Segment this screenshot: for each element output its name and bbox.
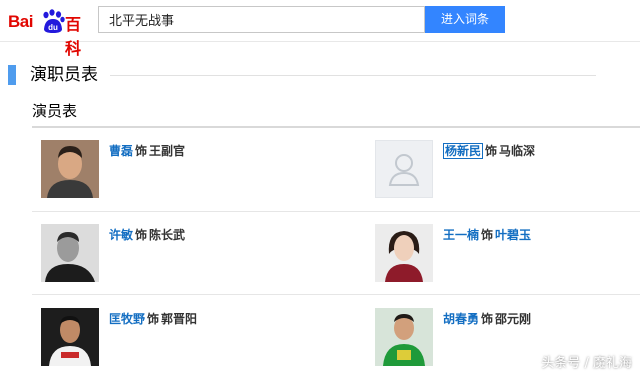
actor-name-link[interactable]: 胡春勇	[443, 312, 479, 326]
section-title: 演职员表	[30, 65, 98, 85]
actor-photo-placeholder[interactable]	[375, 140, 433, 198]
cast-info: 王一楠饰叶碧玉	[443, 226, 531, 243]
actor-photo[interactable]	[375, 224, 433, 282]
as-label: 饰	[147, 312, 160, 326]
cast-info: 杨新民饰马临深	[443, 142, 535, 159]
subsection-divider	[32, 126, 640, 128]
row-divider	[32, 211, 640, 212]
actor-name-link[interactable]: 许敏	[109, 228, 133, 242]
actor-photo-image	[375, 308, 433, 366]
role-name: 陈长武	[149, 228, 186, 242]
actor-name-link[interactable]: 匡牧野	[109, 312, 145, 326]
cast-info: 胡春勇饰邵元刚	[443, 310, 531, 327]
row-divider	[32, 294, 640, 295]
actor-photo-image	[375, 224, 433, 282]
cast-item: 曹磊饰王副官	[41, 140, 341, 200]
section-accent-bar	[8, 65, 16, 85]
actor-photo[interactable]	[41, 224, 99, 282]
cast-item: 许敏饰陈长武	[41, 224, 341, 284]
cast-item: 匡牧野饰郭晋阳	[41, 308, 341, 368]
actor-photo-image	[41, 140, 99, 198]
as-label: 饰	[481, 312, 494, 326]
enter-entry-button[interactable]: 进入词条	[425, 6, 505, 33]
paw-icon: du	[43, 9, 65, 33]
search-box[interactable]	[98, 6, 425, 33]
actor-name-link[interactable]: 曹磊	[109, 144, 133, 158]
logo-du-text: du	[48, 23, 58, 32]
watermark-text: 头条号 / 魔礼海	[541, 356, 632, 371]
as-label: 饰	[135, 144, 148, 158]
role-name: 王副官	[149, 144, 186, 158]
top-header: Bai du 百科 进入词条	[0, 0, 640, 58]
cast-info: 曹磊饰王副官	[109, 142, 185, 159]
role-name-link[interactable]: 叶碧玉	[495, 228, 531, 242]
logo-bai-text: Bai	[8, 12, 33, 31]
cast-item: 杨新民饰马临深	[375, 140, 640, 200]
actor-photo[interactable]	[41, 308, 99, 366]
cast-info: 许敏饰陈长武	[109, 226, 185, 243]
section-divider	[110, 75, 596, 76]
cast-item: 王一楠饰叶碧玉	[375, 224, 640, 284]
as-label: 饰	[135, 228, 148, 242]
as-label: 饰	[485, 144, 498, 158]
actor-photo[interactable]	[375, 308, 433, 366]
role-name: 马临深	[499, 144, 536, 158]
logo-baike-text: 百科	[65, 15, 82, 58]
baidu-baike-logo[interactable]: Bai du 百科	[8, 3, 93, 58]
role-name: 邵元刚	[495, 312, 532, 326]
cast-info: 匡牧野饰郭晋阳	[109, 310, 197, 327]
actor-photo-image	[41, 224, 99, 282]
actor-photo-image	[41, 308, 99, 366]
actor-name-link[interactable]: 杨新民	[443, 143, 484, 159]
search-input[interactable]	[99, 7, 424, 32]
as-label: 饰	[481, 228, 494, 242]
subsection-title: 演员表	[32, 102, 78, 120]
role-name: 郭晋阳	[161, 312, 198, 326]
actor-photo[interactable]	[41, 140, 99, 198]
person-placeholder-icon	[388, 154, 420, 186]
actor-name-link[interactable]: 王一楠	[443, 228, 479, 242]
section-heading: 演职员表	[8, 65, 640, 87]
